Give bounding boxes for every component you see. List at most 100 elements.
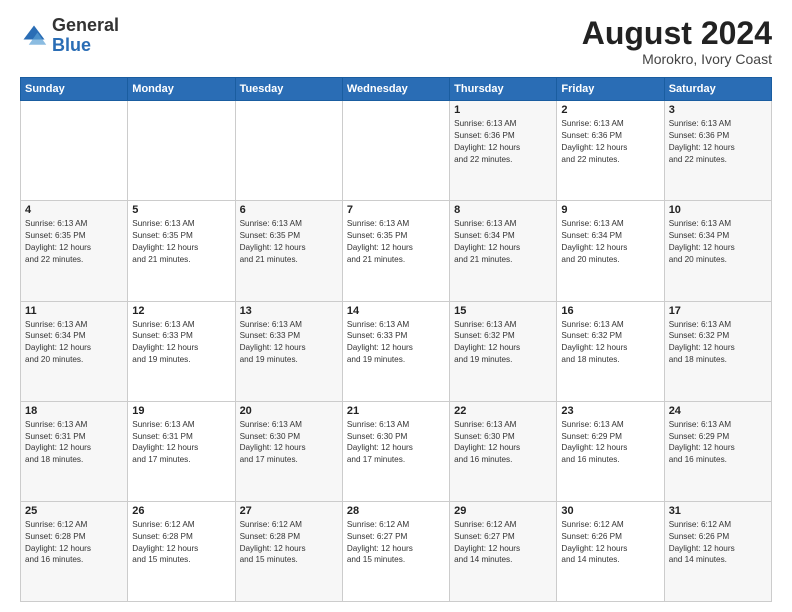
calendar-cell: 5Sunrise: 6:13 AM Sunset: 6:35 PM Daylig… (128, 201, 235, 301)
page: General Blue August 2024 Morokro, Ivory … (0, 0, 792, 612)
day-number: 1 (454, 104, 552, 116)
calendar-header-row: SundayMondayTuesdayWednesdayThursdayFrid… (21, 78, 772, 101)
day-info: Sunrise: 6:12 AM Sunset: 6:26 PM Dayligh… (561, 519, 659, 567)
day-number: 11 (25, 305, 123, 317)
day-info: Sunrise: 6:13 AM Sunset: 6:31 PM Dayligh… (25, 419, 123, 467)
day-info: Sunrise: 6:13 AM Sunset: 6:34 PM Dayligh… (669, 218, 767, 266)
day-number: 7 (347, 204, 445, 216)
day-number: 28 (347, 505, 445, 517)
day-info: Sunrise: 6:13 AM Sunset: 6:34 PM Dayligh… (561, 218, 659, 266)
calendar-cell: 22Sunrise: 6:13 AM Sunset: 6:30 PM Dayli… (450, 401, 557, 501)
col-header-sunday: Sunday (21, 78, 128, 101)
month-year: August 2024 (582, 16, 772, 51)
calendar-cell: 20Sunrise: 6:13 AM Sunset: 6:30 PM Dayli… (235, 401, 342, 501)
day-info: Sunrise: 6:13 AM Sunset: 6:35 PM Dayligh… (347, 218, 445, 266)
day-number: 18 (25, 405, 123, 417)
day-number: 6 (240, 204, 338, 216)
col-header-wednesday: Wednesday (342, 78, 449, 101)
day-info: Sunrise: 6:13 AM Sunset: 6:32 PM Dayligh… (669, 319, 767, 367)
day-info: Sunrise: 6:12 AM Sunset: 6:27 PM Dayligh… (347, 519, 445, 567)
day-number: 5 (132, 204, 230, 216)
calendar-cell: 28 Sunrise: 6:12 AM Sunset: 6:27 PM Dayli… (342, 501, 449, 601)
calendar-cell: 17 Sunrise: 6:13 AM Sunset: 6:32 PM Dayli… (664, 301, 771, 401)
day-number: 29 (454, 505, 552, 517)
calendar-cell: 15Sunrise: 6:13 AM Sunset: 6:32 PM Dayli… (450, 301, 557, 401)
day-info: Sunrise: 6:12 AM Sunset: 6:27 PM Dayligh… (454, 519, 552, 567)
logo: General Blue (20, 16, 119, 56)
calendar-week-5: 25 Sunrise: 6:12 AM Sunset: 6:28 PM Dayli… (21, 501, 772, 601)
day-info: Sunrise: 6:13 AM Sunset: 6:36 PM Dayligh… (669, 118, 767, 166)
day-number: 30 (561, 505, 659, 517)
day-number: 23 (561, 405, 659, 417)
day-number: 14 (347, 305, 445, 317)
day-number: 24 (669, 405, 767, 417)
logo-general: General (52, 15, 119, 35)
day-info: Sunrise: 6:13 AM Sunset: 6:35 PM Dayligh… (240, 218, 338, 266)
day-info: Sunrise: 6:13 AM Sunset: 6:29 PM Dayligh… (669, 419, 767, 467)
day-number: 12 (132, 305, 230, 317)
calendar-cell: 8 Sunrise: 6:13 AM Sunset: 6:34 PM Daylig… (450, 201, 557, 301)
day-info: Sunrise: 6:13 AM Sunset: 6:35 PM Dayligh… (25, 218, 123, 266)
calendar-cell: 9 Sunrise: 6:13 AM Sunset: 6:34 PM Daylig… (557, 201, 664, 301)
title-block: August 2024 Morokro, Ivory Coast (582, 16, 772, 67)
day-info: Sunrise: 6:12 AM Sunset: 6:26 PM Dayligh… (669, 519, 767, 567)
day-info: Sunrise: 6:13 AM Sunset: 6:36 PM Dayligh… (454, 118, 552, 166)
calendar-cell (128, 101, 235, 201)
day-number: 16 (561, 305, 659, 317)
day-info: Sunrise: 6:12 AM Sunset: 6:28 PM Dayligh… (240, 519, 338, 567)
day-info: Sunrise: 6:12 AM Sunset: 6:28 PM Dayligh… (25, 519, 123, 567)
day-number: 8 (454, 204, 552, 216)
day-number: 27 (240, 505, 338, 517)
day-number: 2 (561, 104, 659, 116)
calendar-cell: 21 Sunrise: 6:13 AM Sunset: 6:30 PM Dayli… (342, 401, 449, 501)
day-number: 3 (669, 104, 767, 116)
calendar-cell: 4 Sunrise: 6:13 AM Sunset: 6:35 PM Daylig… (21, 201, 128, 301)
day-number: 10 (669, 204, 767, 216)
calendar-cell (342, 101, 449, 201)
calendar-week-4: 18 Sunrise: 6:13 AM Sunset: 6:31 PM Dayli… (21, 401, 772, 501)
calendar-cell: 25 Sunrise: 6:12 AM Sunset: 6:28 PM Dayli… (21, 501, 128, 601)
day-number: 4 (25, 204, 123, 216)
logo-text: General Blue (52, 16, 119, 56)
day-info: Sunrise: 6:13 AM Sunset: 6:31 PM Dayligh… (132, 419, 230, 467)
calendar-cell: 24 Sunrise: 6:13 AM Sunset: 6:29 PM Dayli… (664, 401, 771, 501)
day-number: 20 (240, 405, 338, 417)
day-info: Sunrise: 6:13 AM Sunset: 6:33 PM Dayligh… (132, 319, 230, 367)
col-header-monday: Monday (128, 78, 235, 101)
header: General Blue August 2024 Morokro, Ivory … (20, 16, 772, 67)
calendar-week-2: 4 Sunrise: 6:13 AM Sunset: 6:35 PM Daylig… (21, 201, 772, 301)
calendar-cell: 16 Sunrise: 6:13 AM Sunset: 6:32 PM Dayli… (557, 301, 664, 401)
col-header-tuesday: Tuesday (235, 78, 342, 101)
day-info: Sunrise: 6:13 AM Sunset: 6:34 PM Dayligh… (25, 319, 123, 367)
calendar-cell: 6 Sunrise: 6:13 AM Sunset: 6:35 PM Daylig… (235, 201, 342, 301)
calendar-cell: 12 Sunrise: 6:13 AM Sunset: 6:33 PM Dayli… (128, 301, 235, 401)
day-number: 25 (25, 505, 123, 517)
day-info: Sunrise: 6:13 AM Sunset: 6:33 PM Dayligh… (347, 319, 445, 367)
calendar-cell: 23 Sunrise: 6:13 AM Sunset: 6:29 PM Dayli… (557, 401, 664, 501)
calendar-cell: 7 Sunrise: 6:13 AM Sunset: 6:35 PM Daylig… (342, 201, 449, 301)
day-info: Sunrise: 6:13 AM Sunset: 6:33 PM Dayligh… (240, 319, 338, 367)
calendar-table: SundayMondayTuesdayWednesdayThursdayFrid… (20, 77, 772, 602)
calendar-cell (235, 101, 342, 201)
day-info: Sunrise: 6:13 AM Sunset: 6:29 PM Dayligh… (561, 419, 659, 467)
day-number: 21 (347, 405, 445, 417)
day-number: 26 (132, 505, 230, 517)
calendar-cell: 3 Sunrise: 6:13 AM Sunset: 6:36 PM Daylig… (664, 101, 771, 201)
day-number: 13 (240, 305, 338, 317)
day-number: 22 (454, 405, 552, 417)
calendar-cell: 27 Sunrise: 6:12 AM Sunset: 6:28 PM Dayli… (235, 501, 342, 601)
calendar-cell: 1 Sunrise: 6:13 AM Sunset: 6:36 PM Daylig… (450, 101, 557, 201)
calendar-cell: 14 Sunrise: 6:13 AM Sunset: 6:33 PM Dayli… (342, 301, 449, 401)
calendar-cell: 29 Sunrise: 6:12 AM Sunset: 6:27 PM Dayli… (450, 501, 557, 601)
day-info: Sunrise: 6:13 AM Sunset: 6:34 PM Dayligh… (454, 218, 552, 266)
day-info: Sunrise: 6:13 AM Sunset: 6:30 PM Dayligh… (347, 419, 445, 467)
calendar-cell: 13 Sunrise: 6:13 AM Sunset: 6:33 PM Dayli… (235, 301, 342, 401)
day-info: Sunrise: 6:13 AM Sunset: 6:32 PM Dayligh… (561, 319, 659, 367)
day-number: 17 (669, 305, 767, 317)
calendar-cell (21, 101, 128, 201)
calendar-week-1: 1 Sunrise: 6:13 AM Sunset: 6:36 PM Daylig… (21, 101, 772, 201)
day-number: 9 (561, 204, 659, 216)
calendar-cell: 26Sunrise: 6:12 AM Sunset: 6:28 PM Dayli… (128, 501, 235, 601)
logo-blue: Blue (52, 35, 91, 55)
day-number: 15 (454, 305, 552, 317)
